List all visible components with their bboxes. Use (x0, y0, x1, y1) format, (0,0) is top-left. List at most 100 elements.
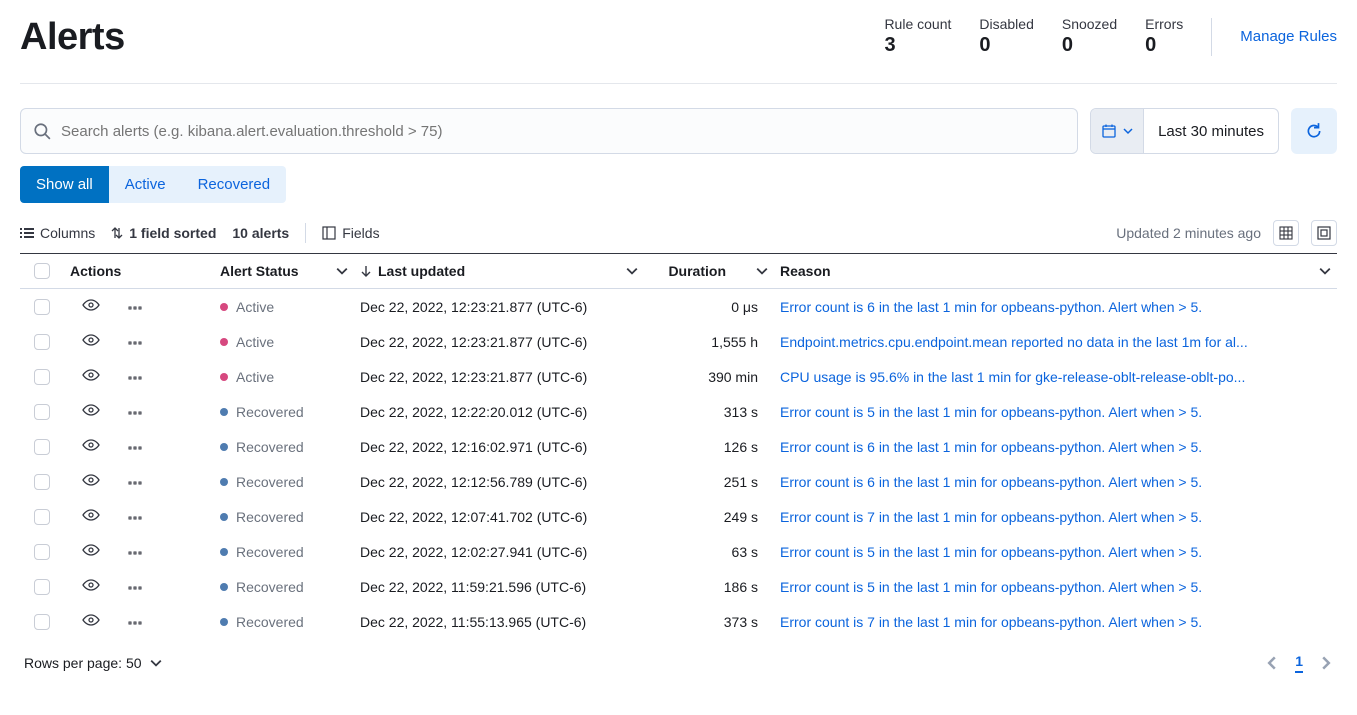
duration-cell: 1,555 h (644, 334, 774, 350)
view-details-button[interactable] (82, 611, 100, 632)
columns-button[interactable]: Columns (20, 225, 95, 241)
reason-link[interactable]: Error count is 5 in the last 1 min for o… (774, 579, 1337, 595)
search-box[interactable] (20, 108, 1078, 154)
current-page[interactable]: 1 (1295, 653, 1303, 673)
list-icon (20, 226, 34, 240)
next-page-button[interactable] (1319, 656, 1333, 670)
more-actions-button[interactable] (128, 614, 144, 630)
view-details-button[interactable] (82, 296, 100, 317)
more-actions-button[interactable] (128, 579, 144, 595)
select-all-cell (20, 263, 64, 279)
more-actions-button[interactable] (128, 544, 144, 560)
table-controls: Columns 1 field sorted 10 alerts Fields … (20, 213, 1337, 253)
rows-per-page-selector[interactable]: Rows per page: 50 (24, 655, 162, 671)
more-actions-button[interactable] (128, 509, 144, 525)
stat-label: Rule count (884, 16, 951, 32)
view-details-button[interactable] (82, 331, 100, 352)
tab-recovered[interactable]: Recovered (182, 166, 287, 203)
reason-link[interactable]: Error count is 6 in the last 1 min for o… (774, 439, 1337, 455)
row-actions (64, 366, 214, 387)
row-checkbox[interactable] (34, 299, 50, 315)
last-updated-cell: Dec 22, 2022, 12:12:56.789 (UTC-6) (354, 474, 644, 490)
last-updated-cell: Dec 22, 2022, 12:16:02.971 (UTC-6) (354, 439, 644, 455)
inspect-button[interactable] (1273, 220, 1299, 246)
tab-show-all[interactable]: Show all (20, 166, 109, 203)
more-actions-button[interactable] (128, 334, 144, 350)
manage-rules-link[interactable]: Manage Rules (1240, 28, 1337, 45)
more-actions-button[interactable] (128, 299, 144, 315)
row-checkbox[interactable] (34, 474, 50, 490)
view-details-button[interactable] (82, 436, 100, 457)
chevron-down-icon[interactable] (1319, 265, 1331, 277)
more-actions-button[interactable] (128, 474, 144, 490)
stat-rule-count: Rule count 3 (884, 16, 951, 57)
row-checkbox[interactable] (34, 614, 50, 630)
table-row: Recovered Dec 22, 2022, 12:16:02.971 (UT… (20, 429, 1337, 464)
row-select-cell (20, 579, 64, 595)
col-status-label: Alert Status (220, 263, 299, 279)
alerts-count: 10 alerts (232, 225, 289, 241)
view-details-button[interactable] (82, 471, 100, 492)
view-details-button[interactable] (82, 401, 100, 422)
stats-group: Rule count 3 Disabled 0 Snoozed 0 Errors… (884, 16, 1337, 57)
row-checkbox[interactable] (34, 334, 50, 350)
row-select-cell (20, 474, 64, 490)
row-checkbox[interactable] (34, 369, 50, 385)
prev-page-button[interactable] (1265, 656, 1279, 670)
search-input[interactable] (61, 123, 1065, 140)
reason-link[interactable]: Error count is 6 in the last 1 min for o… (774, 299, 1337, 315)
chevron-down-icon[interactable] (336, 265, 348, 277)
view-details-button[interactable] (82, 576, 100, 597)
view-details-button[interactable] (82, 366, 100, 387)
row-checkbox[interactable] (34, 509, 50, 525)
arrow-down-icon (360, 265, 372, 277)
date-picker-button[interactable] (1091, 109, 1144, 153)
date-range-picker[interactable]: Last 30 minutes (1090, 108, 1279, 154)
reason-link[interactable]: Endpoint.metrics.cpu.endpoint.mean repor… (774, 334, 1337, 350)
row-checkbox[interactable] (34, 404, 50, 420)
sort-button[interactable]: 1 field sorted (111, 225, 216, 241)
select-all-checkbox[interactable] (34, 263, 50, 279)
stat-errors: Errors 0 (1145, 16, 1183, 57)
col-reason[interactable]: Reason (774, 263, 1337, 279)
fullscreen-button[interactable] (1311, 220, 1337, 246)
fields-button[interactable]: Fields (322, 225, 379, 241)
row-select-cell (20, 614, 64, 630)
reason-link[interactable]: CPU usage is 95.6% in the last 1 min for… (774, 369, 1337, 385)
reason-link[interactable]: Error count is 5 in the last 1 min for o… (774, 404, 1337, 420)
reason-link[interactable]: Error count is 5 in the last 1 min for o… (774, 544, 1337, 560)
row-actions (64, 611, 214, 632)
status-text: Active (236, 299, 274, 315)
more-actions-button[interactable] (128, 439, 144, 455)
sort-label: 1 field sorted (129, 225, 216, 241)
row-actions (64, 576, 214, 597)
reason-link[interactable]: Error count is 7 in the last 1 min for o… (774, 509, 1337, 525)
table-row: Recovered Dec 22, 2022, 11:59:21.596 (UT… (20, 569, 1337, 604)
reason-link[interactable]: Error count is 7 in the last 1 min for o… (774, 614, 1337, 630)
reason-link[interactable]: Error count is 6 in the last 1 min for o… (774, 474, 1337, 490)
status-text: Recovered (236, 474, 304, 490)
col-status[interactable]: Alert Status (214, 263, 354, 279)
duration-cell: 0 μs (644, 299, 774, 315)
tab-active[interactable]: Active (109, 166, 182, 203)
row-checkbox[interactable] (34, 579, 50, 595)
row-checkbox[interactable] (34, 544, 50, 560)
status-dot-icon (220, 303, 228, 311)
last-updated-text: Updated 2 minutes ago (1116, 225, 1261, 241)
divider (1211, 18, 1212, 56)
duration-cell: 186 s (644, 579, 774, 595)
more-actions-button[interactable] (128, 404, 144, 420)
view-details-button[interactable] (82, 506, 100, 527)
status-dot-icon (220, 443, 228, 451)
chevron-down-icon[interactable] (626, 265, 638, 277)
refresh-button[interactable] (1291, 108, 1337, 154)
chevron-down-icon[interactable] (756, 265, 768, 277)
stat-value: 0 (1062, 34, 1117, 57)
sort-icon (111, 226, 123, 240)
more-actions-button[interactable] (128, 369, 144, 385)
view-details-button[interactable] (82, 541, 100, 562)
row-checkbox[interactable] (34, 439, 50, 455)
fields-label: Fields (342, 225, 379, 241)
col-last-updated[interactable]: Last updated (354, 263, 644, 279)
col-duration[interactable]: Duration (644, 263, 774, 279)
